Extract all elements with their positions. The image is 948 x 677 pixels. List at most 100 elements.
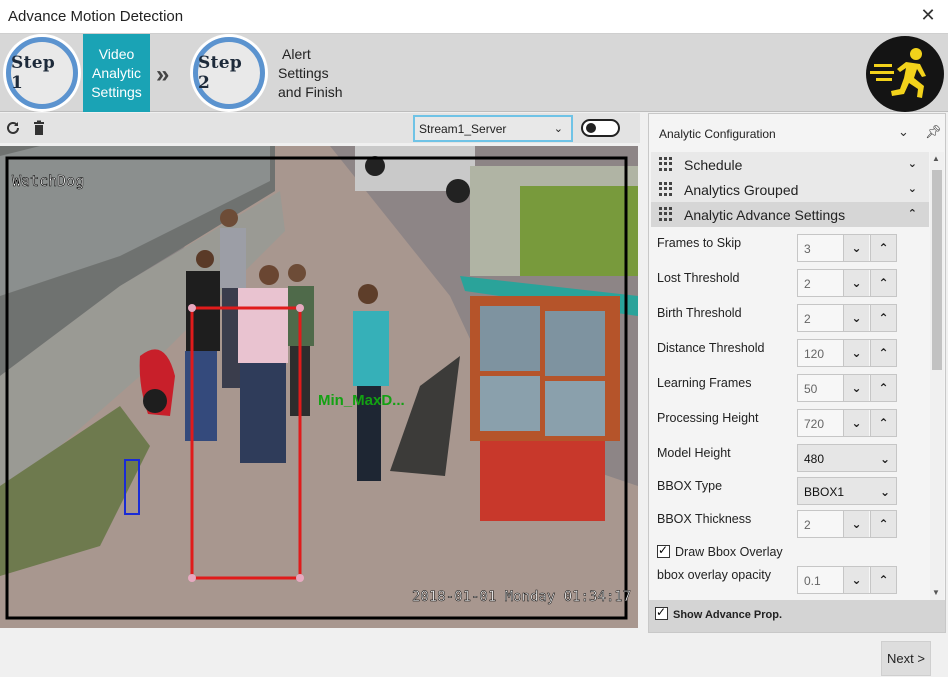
decrement-icon[interactable]: ⌄ [843, 410, 869, 436]
increment-icon[interactable]: ⌃ [870, 511, 896, 537]
chevron-down-icon: ⌄ [907, 158, 917, 170]
row-model-height: Model Height 480 ⌄ [651, 438, 929, 473]
scrollbar-thumb[interactable] [932, 170, 942, 370]
row-bbox-thickness: BBOX Thickness 2 ⌄ ⌃ [651, 504, 929, 539]
birth-threshold-stepper[interactable]: 2 ⌄ ⌃ [797, 304, 897, 332]
pin-icon[interactable]: 📌︎ [925, 124, 942, 140]
overlay-name-text: WatchDog [12, 172, 84, 190]
row-frames-to-skip: Frames to Skip 3 ⌄ ⌃ [651, 228, 929, 263]
field-label: bbox overlay opacity [657, 568, 771, 582]
frames-to-skip-stepper[interactable]: 3 ⌄ ⌃ [797, 234, 897, 262]
video-toolbar: Stream1_Server ⌄ [0, 113, 640, 143]
field-label: Processing Height [657, 411, 759, 425]
stepper-value: 3 [804, 242, 811, 256]
trash-icon[interactable] [31, 120, 47, 136]
increment-icon[interactable]: ⌃ [870, 567, 896, 593]
increment-icon[interactable]: ⌃ [870, 270, 896, 296]
checkbox-icon[interactable] [655, 605, 668, 620]
section-schedule[interactable]: Schedule ⌄ [651, 152, 929, 177]
toggle-knob [586, 123, 596, 133]
detection-label: Min_MaxD... [318, 392, 405, 409]
increment-icon[interactable]: ⌃ [870, 410, 896, 436]
step2-badge[interactable]: Step 2 [190, 34, 268, 112]
row-processing-height: Processing Height 720 ⌄ ⌃ [651, 403, 929, 438]
double-chevron-right-icon: » [156, 61, 170, 88]
stepper-value: 0.1 [804, 574, 821, 588]
step1-badge-text: Step 1 [11, 53, 56, 93]
row-distance-threshold: Distance Threshold 120 ⌄ ⌃ [651, 333, 929, 368]
close-icon[interactable]: ✕ [918, 5, 938, 26]
bbox-type-dropdown[interactable]: BBOX1 ⌄ [797, 477, 897, 505]
dropdown-value: BBOX1 [804, 485, 845, 499]
increment-icon[interactable]: ⌃ [870, 375, 896, 401]
show-advance-prop-checkbox[interactable]: Show Advance Prop. [649, 600, 945, 632]
section-label: Analytics Grouped [684, 182, 799, 198]
decrement-icon[interactable]: ⌄ [843, 375, 869, 401]
checkbox-label: Draw Bbox Overlay [675, 545, 783, 559]
row-birth-threshold: Birth Threshold 2 ⌄ ⌃ [651, 298, 929, 333]
title-bar: Advance Motion Detection ✕ [0, 0, 948, 33]
field-label: Birth Threshold [657, 306, 742, 320]
step1-label[interactable]: Video Analytic Settings [83, 34, 150, 112]
field-label: Lost Threshold [657, 271, 740, 285]
decrement-icon[interactable]: ⌄ [843, 340, 869, 366]
draw-bbox-overlay-checkbox[interactable]: Draw Bbox Overlay [657, 543, 783, 559]
panel-header: Analytic Configuration ⌄ 📌︎ [649, 114, 945, 151]
running-man-icon [866, 36, 944, 112]
panel-scrollbar[interactable]: ▲ ▼ [930, 152, 944, 602]
chevron-up-icon: ⌃ [907, 208, 917, 220]
refresh-icon[interactable] [5, 120, 21, 136]
increment-icon[interactable]: ⌃ [870, 305, 896, 331]
grip-icon [659, 207, 673, 221]
decrement-icon[interactable]: ⌄ [843, 235, 869, 261]
field-label: Distance Threshold [657, 341, 765, 355]
row-lost-threshold: Lost Threshold 2 ⌄ ⌃ [651, 263, 929, 298]
scroll-up-icon[interactable]: ▲ [932, 154, 940, 163]
stepper-value: 50 [804, 382, 818, 396]
stream-select[interactable]: Stream1_Server ⌄ [413, 115, 573, 142]
decrement-icon[interactable]: ⌄ [843, 511, 869, 537]
step1-badge[interactable]: Step 1 [3, 34, 81, 112]
wizard-steps: Step 1 Video Analytic Settings » Step 2 … [0, 33, 948, 112]
row-bbox-overlay-opacity: bbox overlay opacity 0.1 ⌄ ⌃ [651, 560, 929, 595]
stepper-value: 2 [804, 518, 811, 532]
bbox-thickness-stepper[interactable]: 2 ⌄ ⌃ [797, 510, 897, 538]
chevron-down-icon: ⌄ [553, 123, 563, 135]
chevron-down-icon: ⌄ [879, 485, 890, 499]
checkbox-icon[interactable] [657, 543, 670, 558]
step1-label-line: Video [98, 45, 135, 62]
stepper-value: 2 [804, 277, 811, 291]
model-height-dropdown[interactable]: 480 ⌄ [797, 444, 897, 472]
analytic-configuration-panel: Analytic Configuration ⌄ 📌︎ Schedule ⌄ A… [648, 113, 946, 633]
increment-icon[interactable]: ⌃ [870, 340, 896, 366]
distance-threshold-stepper[interactable]: 120 ⌄ ⌃ [797, 339, 897, 367]
grip-icon [659, 182, 673, 196]
grip-icon [659, 157, 673, 171]
next-button[interactable]: Next > [881, 641, 931, 676]
video-feed[interactable]: WatchDog Min_MaxD... 2018-01-01 Monday 0… [0, 146, 638, 628]
learning-frames-stepper[interactable]: 50 ⌄ ⌃ [797, 374, 897, 402]
bbox-overlay-opacity-stepper[interactable]: 0.1 ⌄ ⌃ [797, 566, 897, 594]
decrement-icon[interactable]: ⌄ [843, 270, 869, 296]
step2-label-line: and Finish [278, 83, 343, 100]
overlay-toggle[interactable] [581, 119, 620, 137]
section-label: Analytic Advance Settings [684, 207, 846, 223]
field-label: Learning Frames [657, 376, 752, 390]
step1-label-line: Analytic [91, 64, 142, 81]
step1-label-line: Settings [91, 83, 142, 100]
field-label: BBOX Type [657, 479, 723, 493]
chevron-down-icon[interactable]: ⌄ [898, 124, 909, 140]
increment-icon[interactable]: ⌃ [870, 235, 896, 261]
lost-threshold-stepper[interactable]: 2 ⌄ ⌃ [797, 269, 897, 297]
step2-badge-text: Step 2 [198, 53, 243, 93]
section-analytic-advance-settings[interactable]: Analytic Advance Settings ⌃ [651, 202, 929, 227]
step2-label-line: Alert [282, 45, 311, 62]
step2-label[interactable]: Alert Settings and Finish [278, 34, 358, 112]
step2-label-line: Settings [278, 64, 329, 81]
section-analytics-grouped[interactable]: Analytics Grouped ⌄ [651, 177, 929, 202]
processing-height-stepper[interactable]: 720 ⌄ ⌃ [797, 409, 897, 437]
decrement-icon[interactable]: ⌄ [843, 305, 869, 331]
checkbox-label: Show Advance Prop. [673, 609, 783, 621]
decrement-icon[interactable]: ⌄ [843, 567, 869, 593]
scroll-down-icon[interactable]: ▼ [932, 588, 940, 597]
